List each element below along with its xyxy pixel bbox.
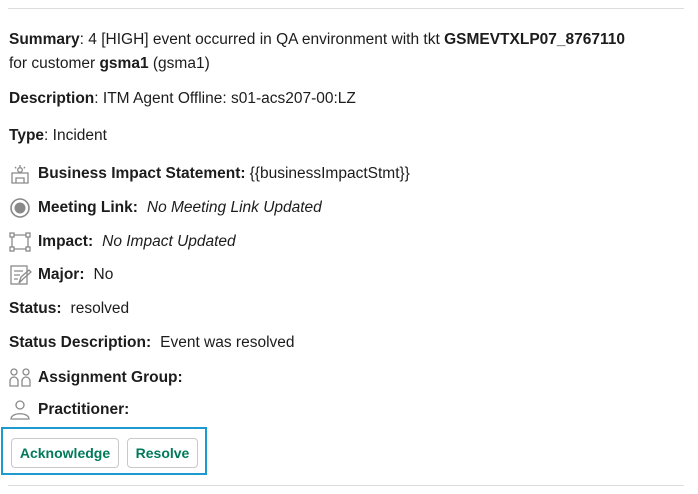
meeting-link-label: Meeting Link: [38, 199, 138, 216]
action-buttons-group: Acknowledge Resolve [1, 427, 207, 475]
meeting-link-row: Meeting Link: No Meeting Link Updated [9, 198, 322, 218]
business-impact-icon [9, 164, 33, 184]
top-divider [8, 8, 684, 9]
assignment-group-label: Assignment Group: [38, 369, 183, 386]
summary-customer-prefix: for customer [9, 55, 100, 72]
status-description-label: Status Description: [9, 334, 152, 351]
status-value: resolved [70, 300, 130, 317]
status-label: Status: [9, 300, 62, 317]
summary-label: Summary [9, 31, 80, 48]
ticket-id: GSMEVTXLP07_8767110 [444, 31, 626, 48]
type-label: Type [9, 127, 45, 144]
summary-line-2: for customer gsma1 (gsma1) [9, 54, 210, 74]
group-icon [9, 368, 33, 388]
business-impact-label: Business Impact Statement: [38, 165, 246, 182]
impact-value: No Impact Updated [102, 233, 236, 250]
status-row: Status: resolved [9, 299, 129, 319]
business-impact-value: {{businessImpactStmt}} [249, 165, 410, 182]
acknowledge-button[interactable]: Acknowledge [11, 438, 119, 468]
status-description-value: Event was resolved [160, 334, 295, 351]
meeting-link-icon [9, 198, 33, 218]
major-icon [9, 265, 33, 285]
description-label: Description [9, 90, 95, 107]
assignment-group-row: Assignment Group: [9, 368, 183, 388]
impact-icon [9, 232, 33, 252]
impact-label: Impact: [38, 233, 94, 250]
summary-line-1: Summary: 4 [HIGH] event occurred in QA e… [9, 31, 626, 48]
customer-name: gsma1 [99, 55, 149, 72]
description-row: Description: ITM Agent Offline: s01-acs2… [9, 90, 356, 107]
meeting-link-value: No Meeting Link Updated [146, 199, 322, 216]
practitioner-label: Practitioner: [38, 401, 130, 418]
type-value: Incident [48, 127, 107, 144]
bottom-divider [8, 485, 684, 486]
status-description-row: Status Description: Event was resolved [9, 333, 295, 353]
business-impact-row: Business Impact Statement: {{businessImpa… [9, 164, 410, 184]
major-value: No [93, 266, 114, 283]
resolve-button[interactable]: Resolve [127, 438, 198, 468]
impact-row: Impact: No Impact Updated [9, 232, 236, 252]
major-row: Major: No [9, 265, 113, 285]
major-label: Major: [38, 266, 85, 283]
practitioner-row: Practitioner: [9, 400, 129, 420]
summary-text: 4 [HIGH] event occurred in QA environmen… [83, 31, 445, 48]
description-value: ITM Agent Offline: s01-acs207-00:LZ [98, 90, 356, 107]
person-icon [9, 400, 33, 420]
customer-id: (gsma1) [148, 55, 210, 72]
type-row: Type: Incident [9, 127, 107, 144]
